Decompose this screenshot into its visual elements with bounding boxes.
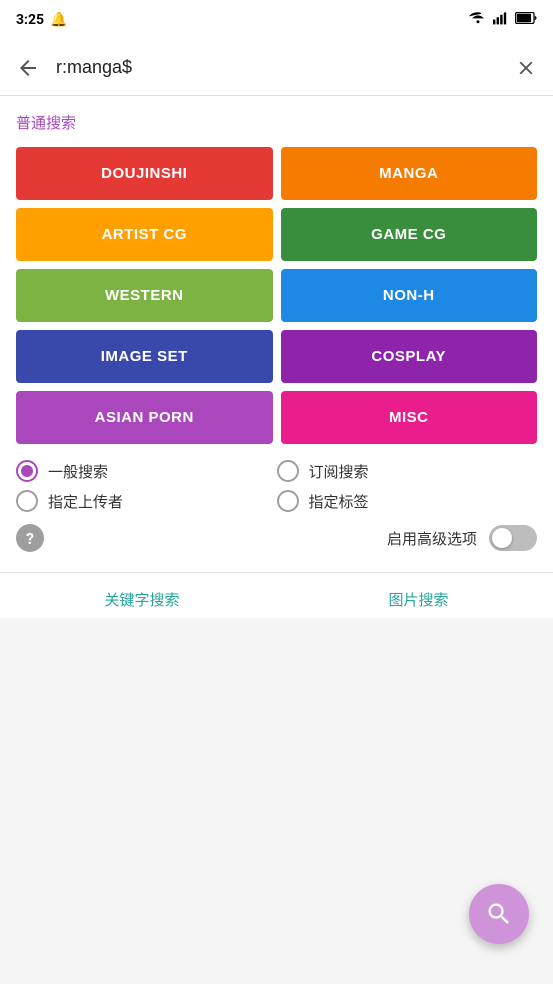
radio-circle-subscription <box>277 460 299 482</box>
category-non-h[interactable]: NON-H <box>281 269 538 322</box>
category-manga[interactable]: MANGA <box>281 147 538 200</box>
notification-icon: 🔔 <box>50 12 67 28</box>
section-title: 普通搜索 <box>16 112 537 133</box>
image-search-link[interactable]: 图片搜索 <box>388 589 448 610</box>
advanced-row: ? 启用高级选项 <box>16 524 537 552</box>
help-icon[interactable]: ? <box>16 524 44 552</box>
radio-section: 一般搜索 订阅搜索 指定上传者 指定标签 <box>16 460 537 512</box>
toggle-thumb <box>492 528 512 548</box>
radio-general-search[interactable]: 一般搜索 <box>16 460 277 482</box>
search-fab-icon <box>485 900 513 928</box>
radio-label-subscription: 订阅搜索 <box>309 461 369 482</box>
search-bar <box>0 40 553 96</box>
category-misc[interactable]: MISC <box>281 391 538 444</box>
radio-circle-general <box>16 460 38 482</box>
signal-icon <box>493 11 509 29</box>
category-cosplay[interactable]: COSPLAY <box>281 330 538 383</box>
keyword-search-link[interactable]: 关键字搜索 <box>104 589 179 610</box>
category-image-set[interactable]: IMAGE SET <box>16 330 273 383</box>
radio-uploader-search[interactable]: 指定上传者 <box>16 490 277 512</box>
radio-label-uploader: 指定上传者 <box>48 491 123 512</box>
advanced-toggle[interactable] <box>489 525 537 551</box>
radio-label-general: 一般搜索 <box>48 461 108 482</box>
category-artist-cg[interactable]: ARTIST CG <box>16 208 273 261</box>
category-grid: DOUJINSHI MANGA ARTIST CG GAME CG WESTER… <box>16 147 537 444</box>
advanced-left: ? <box>16 524 44 552</box>
radio-label-tag: 指定标签 <box>309 491 369 512</box>
radio-tag-search[interactable]: 指定标签 <box>277 490 538 512</box>
wifi-icon <box>469 11 487 29</box>
radio-subscription-search[interactable]: 订阅搜索 <box>277 460 538 482</box>
bottom-links: 关键字搜索 图片搜索 <box>0 573 553 618</box>
clear-button[interactable] <box>511 53 541 83</box>
category-western[interactable]: WESTERN <box>16 269 273 322</box>
battery-icon <box>515 12 537 28</box>
status-bar: 3:25 🔔 <box>0 0 553 40</box>
category-asian-porn[interactable]: ASIAN PORN <box>16 391 273 444</box>
search-fab-button[interactable] <box>469 884 529 944</box>
advanced-label: 启用高级选项 <box>387 528 477 549</box>
search-panel: 普通搜索 DOUJINSHI MANGA ARTIST CG GAME CG W… <box>0 96 553 573</box>
category-game-cg[interactable]: GAME CG <box>281 208 538 261</box>
category-doujinshi[interactable]: DOUJINSHI <box>16 147 273 200</box>
back-button[interactable] <box>12 52 44 84</box>
radio-circle-tag <box>277 490 299 512</box>
search-input[interactable] <box>56 57 499 78</box>
radio-circle-uploader <box>16 490 38 512</box>
status-time: 3:25 <box>16 12 44 28</box>
